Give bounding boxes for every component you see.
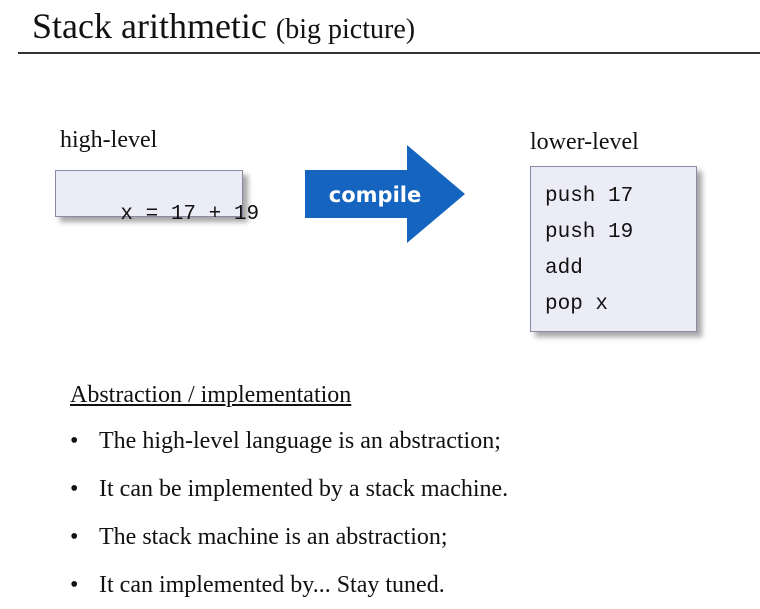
code-line-pop-x: pop x — [545, 293, 609, 316]
compile-arrow: compile — [305, 145, 465, 243]
high-level-code-box: x = 17 + 19 — [55, 170, 259, 226]
slide: Stack arithmetic (big picture) high-leve… — [0, 0, 760, 609]
code-line-add: add — [545, 257, 583, 280]
title-subtitle: (big picture) — [275, 14, 416, 45]
high-level-code: x = 17 + 19 — [120, 203, 260, 226]
lower-level-code-box: push 17 push 19 add pop x — [530, 166, 697, 332]
title-main: Stack arithmetic — [32, 6, 267, 46]
compile-label: compile — [329, 183, 421, 207]
slide-title: Stack arithmetic (big picture) — [32, 4, 415, 52]
bullet-glyph: • — [70, 572, 79, 598]
bullet-text: The high-level language is an abstractio… — [99, 428, 501, 454]
bullet-text: It can implemented by... Stay tuned. — [99, 572, 445, 598]
bullet-text: The stack machine is an abstraction; — [99, 524, 448, 550]
abstraction-heading: Abstraction / implementation — [70, 382, 352, 408]
code-line-push-19: push 19 — [545, 221, 634, 244]
title-underline — [18, 52, 760, 54]
code-line-push-17: push 17 — [545, 185, 634, 208]
bullet-glyph: • — [70, 476, 79, 502]
bullet-text: It can be implemented by a stack machine… — [99, 476, 509, 502]
lower-level-label: lower-level — [530, 129, 639, 155]
bullet-glyph: • — [70, 524, 79, 550]
bullet-glyph: • — [70, 428, 79, 454]
high-level-label: high-level — [60, 127, 158, 153]
